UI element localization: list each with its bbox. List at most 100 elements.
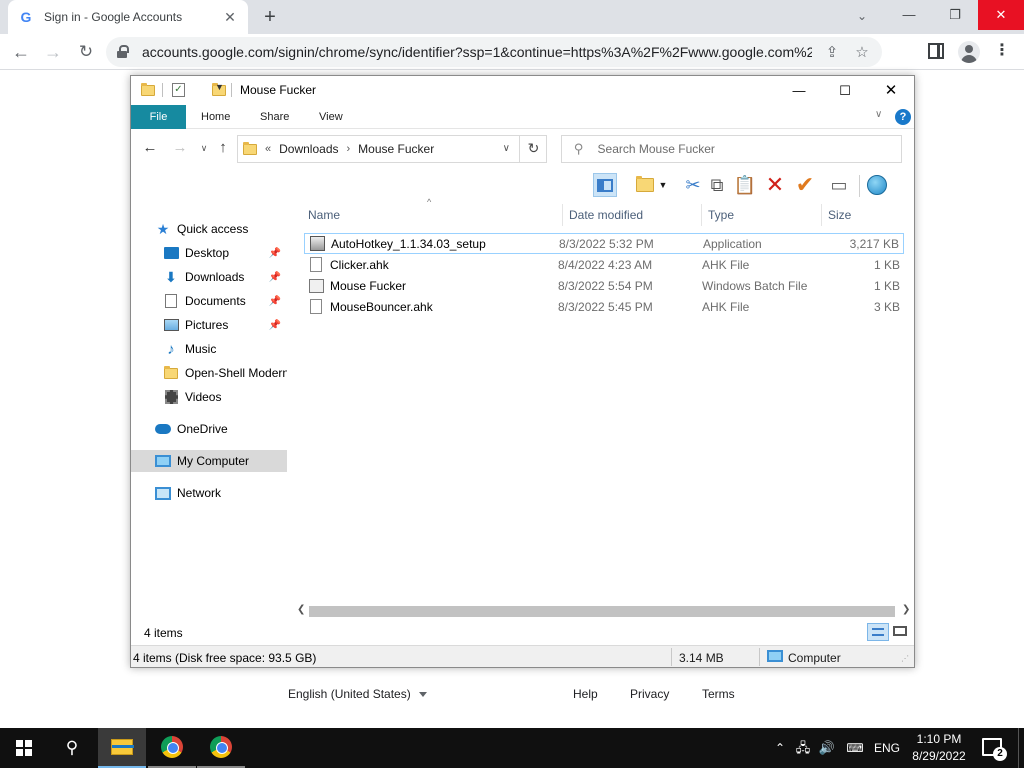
pin-icon[interactable]: 📌 bbox=[269, 248, 281, 259]
tab-home[interactable]: Home bbox=[187, 105, 244, 129]
bookmark-star-icon[interactable]: ☆ bbox=[852, 43, 872, 61]
url-text[interactable]: accounts.google.com/signin/chrome/sync/i… bbox=[142, 44, 812, 60]
privacy-link[interactable]: Privacy bbox=[630, 687, 669, 701]
file-row[interactable]: Mouse Fucker 8/3/2022 5:54 PM Windows Ba… bbox=[304, 275, 904, 296]
back-icon[interactable]: ← bbox=[141, 139, 159, 156]
sidebar-item-network[interactable]: Network bbox=[131, 482, 287, 504]
lock-icon[interactable] bbox=[116, 45, 130, 59]
tab-close-icon[interactable]: ✕ bbox=[222, 9, 238, 25]
resize-grip-icon[interactable]: ⋰ bbox=[901, 654, 909, 663]
taskbar-file-explorer-button[interactable] bbox=[98, 728, 146, 768]
recent-locations-icon[interactable]: ∨ bbox=[195, 143, 213, 154]
scrollbar-thumb[interactable] bbox=[309, 606, 895, 617]
help-link[interactable]: Help bbox=[573, 687, 598, 701]
keyboard-icon[interactable]: ⌨ bbox=[842, 728, 868, 768]
breadcrumb-current-folder[interactable]: Mouse Fucker bbox=[358, 142, 434, 156]
scroll-left-icon[interactable]: ❮ bbox=[297, 604, 309, 615]
chevron-right-icon[interactable]: › bbox=[347, 143, 351, 155]
breadcrumb-downloads[interactable]: Downloads bbox=[279, 142, 338, 156]
browser-minimize-button[interactable]: — bbox=[886, 0, 932, 30]
navigation-pane-icon[interactable] bbox=[593, 173, 617, 197]
sidebar-item-videos[interactable]: Videos bbox=[131, 386, 287, 408]
large-icons-view-button[interactable] bbox=[891, 623, 909, 641]
pin-icon[interactable]: 📌 bbox=[269, 296, 281, 307]
terms-link[interactable]: Terms bbox=[702, 687, 735, 701]
star-icon: ★ bbox=[156, 220, 170, 237]
up-icon[interactable]: ↑ bbox=[214, 139, 232, 156]
file-row[interactable]: Clicker.ahk 8/4/2022 4:23 AM AHK File 1 … bbox=[304, 254, 904, 275]
tab-file[interactable]: File bbox=[131, 105, 186, 129]
sidebar-item-desktop[interactable]: Desktop 📌 bbox=[131, 242, 287, 264]
search-icon[interactable]: ⚲ bbox=[48, 728, 96, 768]
search-input[interactable]: ⚲ Search Mouse Fucker bbox=[561, 135, 902, 163]
network-icon[interactable]: 🖧 bbox=[792, 728, 814, 768]
quick-access-toolbar-dropdown-icon[interactable]: ▼ bbox=[215, 82, 224, 92]
file-row[interactable]: AutoHotkey_1.1.34.03_setup 8/3/2022 5:32… bbox=[304, 233, 904, 254]
column-header-date-modified[interactable]: Date modified bbox=[563, 204, 702, 226]
tab-share[interactable]: Share bbox=[246, 105, 303, 129]
side-panel-icon[interactable] bbox=[928, 43, 944, 59]
sidebar-item-pictures[interactable]: Pictures 📌 bbox=[131, 314, 287, 336]
ahk-file-icon bbox=[308, 299, 324, 315]
taskbar-chrome-button[interactable] bbox=[148, 728, 196, 768]
disk-free-space: 4 items (Disk free space: 93.5 GB) bbox=[133, 651, 317, 665]
new-folder-icon[interactable] bbox=[633, 173, 657, 197]
help-icon[interactable]: ? bbox=[895, 109, 911, 125]
rename-check-icon[interactable]: ✔ bbox=[793, 172, 817, 197]
delete-icon[interactable]: ✕ bbox=[763, 172, 787, 197]
address-bar[interactable]: accounts.google.com/signin/chrome/sync/i… bbox=[106, 37, 882, 67]
sidebar-item-downloads[interactable]: ⬇ Downloads 📌 bbox=[131, 266, 287, 288]
show-desktop-button[interactable] bbox=[1018, 728, 1024, 768]
column-header-size[interactable]: Size bbox=[822, 204, 906, 226]
profile-avatar-icon[interactable] bbox=[958, 41, 980, 63]
breadcrumb[interactable]: « Downloads › Mouse Fucker ∨ bbox=[237, 135, 547, 163]
input-language[interactable]: ENG bbox=[872, 728, 902, 768]
clock[interactable]: 1:10 PM 8/29/2022 bbox=[908, 731, 970, 765]
refresh-button[interactable]: ↻ bbox=[519, 135, 547, 163]
new-item-dropdown-icon[interactable]: ▼ bbox=[657, 173, 669, 197]
internet-globe-icon[interactable] bbox=[865, 173, 889, 197]
start-button[interactable] bbox=[0, 728, 48, 768]
pin-icon[interactable]: 📌 bbox=[269, 272, 281, 283]
sidebar-item-onedrive[interactable]: OneDrive bbox=[131, 418, 287, 440]
expand-ribbon-icon[interactable]: ∨ bbox=[875, 109, 882, 120]
details-view-button[interactable] bbox=[867, 623, 889, 641]
forward-button[interactable]: → bbox=[40, 39, 66, 65]
reload-button[interactable]: ↻ bbox=[73, 39, 99, 65]
minimize-button[interactable]: — bbox=[776, 76, 822, 105]
browser-tab[interactable]: G Sign in - Google Accounts ✕ bbox=[8, 0, 248, 34]
properties-icon[interactable]: ▭ bbox=[827, 173, 851, 197]
volume-icon[interactable]: 🔊 bbox=[816, 728, 838, 768]
scroll-right-icon[interactable]: ❯ bbox=[902, 604, 914, 615]
tab-search-icon[interactable]: ⌄ bbox=[852, 6, 872, 26]
share-icon[interactable]: ⇪ bbox=[822, 43, 842, 61]
sidebar-item-open-shell[interactable]: Open-Shell Modern bbox=[131, 362, 287, 384]
sidebar-item-music[interactable]: ♪ Music bbox=[131, 338, 287, 360]
maximize-button[interactable]: ☐ bbox=[822, 76, 868, 105]
language-select[interactable]: English (United States) bbox=[288, 687, 427, 701]
copy-icon[interactable]: ⧉ bbox=[705, 173, 729, 197]
sidebar-item-documents[interactable]: Documents 📌 bbox=[131, 290, 287, 312]
breadcrumb-overflow[interactable]: « bbox=[265, 143, 271, 155]
column-header-type[interactable]: Type bbox=[702, 204, 822, 226]
sidebar-item-my-computer[interactable]: My Computer bbox=[131, 450, 287, 472]
cut-icon[interactable]: ✂ bbox=[681, 173, 705, 197]
tab-view[interactable]: View bbox=[305, 105, 357, 129]
forward-icon[interactable]: → bbox=[171, 139, 189, 156]
paste-icon[interactable]: 📋 bbox=[733, 173, 757, 197]
show-hidden-icons-icon[interactable]: ⌃ bbox=[770, 728, 790, 768]
browser-restore-button[interactable]: ❐ bbox=[932, 0, 978, 30]
horizontal-scrollbar[interactable]: ❮ ❯ bbox=[297, 603, 914, 620]
new-tab-button[interactable]: + bbox=[258, 6, 282, 28]
column-header-name[interactable]: Name bbox=[302, 204, 563, 226]
chevron-down-icon[interactable]: ∨ bbox=[503, 143, 510, 154]
pin-icon[interactable]: 📌 bbox=[269, 320, 281, 331]
sidebar-item-quick-access[interactable]: ★ Quick access bbox=[131, 218, 287, 240]
close-button[interactable]: ✕ bbox=[868, 76, 914, 105]
taskbar-chrome-button[interactable] bbox=[197, 728, 245, 768]
browser-close-button[interactable]: ✕ bbox=[978, 0, 1024, 30]
properties-check-icon[interactable]: ✓ bbox=[172, 83, 185, 97]
back-button[interactable]: ← bbox=[8, 39, 34, 65]
file-row[interactable]: MouseBouncer.ahk 8/3/2022 5:45 PM AHK Fi… bbox=[304, 296, 904, 317]
more-menu-icon[interactable]: ⋮ bbox=[994, 43, 1010, 61]
